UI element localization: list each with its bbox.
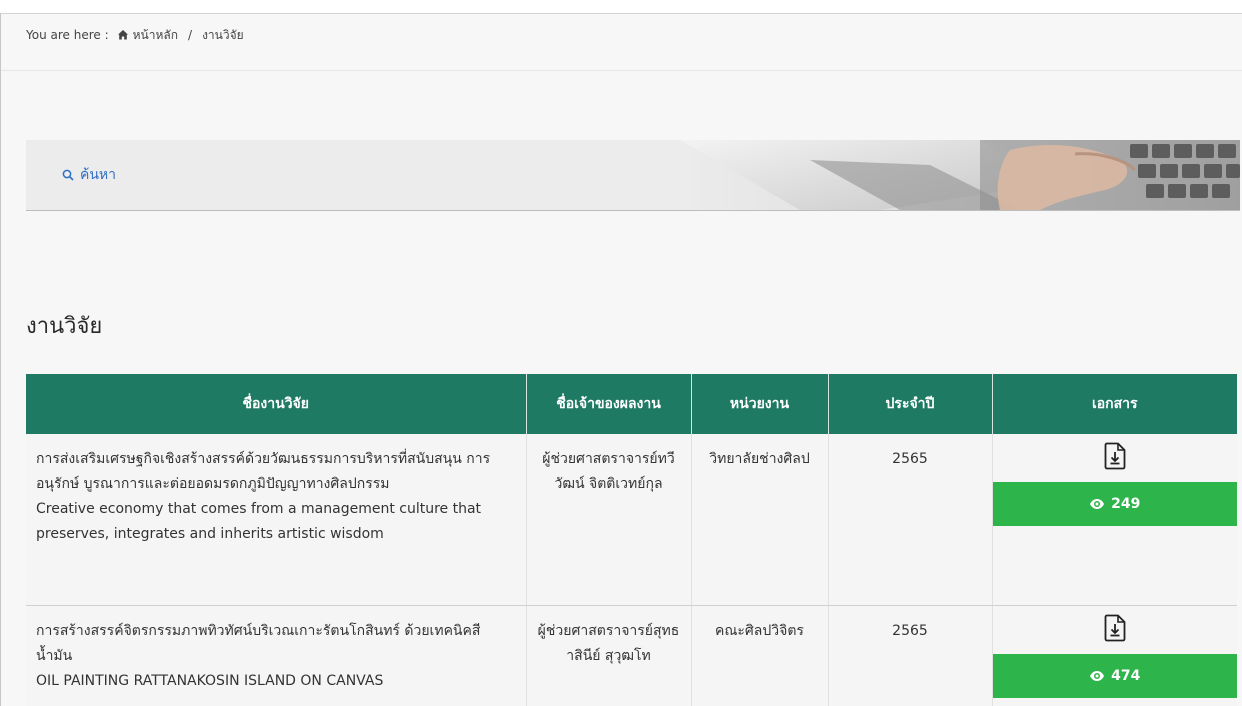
owner-cell: ผู้ช่วยศาสตราจารย์ทวีวัฒน์ จิตติเวทย์กุล (525, 434, 691, 606)
search-icon (62, 169, 74, 181)
research-title-thai: การส่งเสริมเศรษฐกิจเชิงสร้างสรรค์ด้วยวัฒ… (36, 451, 491, 492)
eye-icon (1090, 499, 1105, 509)
table-row: การสร้างสรรค์จิตรกรรมภาพทิวทัศน์บริเวณเก… (26, 605, 1238, 706)
breadcrumb-home-link[interactable]: หน้าหลัก (115, 26, 178, 45)
owner-name: ผู้ช่วยศาสตราจารย์สุทธาสินีย์ สุวุฒโท (537, 623, 680, 664)
breadcrumb-home-label: หน้าหลัก (132, 27, 179, 42)
download-document-button[interactable] (993, 442, 1238, 482)
column-header-title: ชื่องานวิจัย (26, 374, 526, 434)
document-cell: 249 (991, 434, 1238, 606)
research-title-english: Creative economy that comes from a manag… (36, 501, 482, 542)
department-cell: วิทยาลัยช่างศิลป (690, 434, 828, 606)
research-title-thai: การสร้างสรรค์จิตรกรรมภาพทิวทัศน์บริเวณเก… (36, 623, 481, 664)
search-link[interactable]: ค้นหา (62, 164, 116, 186)
owner-cell: ผู้ช่วยศาสตราจารย์สุทธาสินีย์ สุวุฒโท (525, 605, 691, 706)
research-table: ชื่องานวิจัย ชื่อเจ้าของผลงาน หน่วยงาน ป… (26, 374, 1237, 706)
year-value: 2565 (892, 451, 928, 467)
year-cell: 2565 (827, 434, 992, 606)
views-badge: 249 (992, 482, 1237, 526)
research-title-english: OIL PAINTING RATTANAKOSIN ISLAND ON CANV… (36, 673, 384, 689)
year-cell: 2565 (827, 605, 992, 706)
breadcrumb-separator: / (188, 28, 193, 42)
search-banner: ค้นหา (26, 140, 1240, 211)
page-title: งานวิจัย (26, 314, 103, 339)
column-header-document: เอกสาร (991, 374, 1237, 434)
research-title-cell: การสร้างสรรค์จิตรกรรมภาพทิวทัศน์บริเวณเก… (26, 605, 526, 706)
views-count: 474 (1111, 668, 1141, 684)
document-cell: 474 (991, 605, 1238, 706)
department-name: วิทยาลัยช่างศิลป (709, 451, 810, 467)
breadcrumb-current: งานวิจัย (202, 27, 244, 42)
download-document-button[interactable] (993, 614, 1238, 654)
eye-icon (1090, 671, 1105, 681)
left-border (0, 13, 1, 706)
search-label: ค้นหา (80, 167, 117, 183)
breadcrumb: You are here : หน้าหลัก / งานวิจัย (26, 26, 244, 44)
year-value: 2565 (892, 623, 928, 639)
research-title-cell: การส่งเสริมเศรษฐกิจเชิงสร้างสรรค์ด้วยวัฒ… (26, 434, 526, 606)
column-header-department: หน่วยงาน (690, 374, 828, 434)
breadcrumb-prefix: You are here : (26, 28, 109, 42)
breadcrumb-divider (1, 70, 1242, 71)
views-badge: 474 (992, 654, 1237, 698)
page: You are here : หน้าหลัก / งานวิจัย ค้นหา (0, 0, 1242, 706)
department-name: คณะศิลปวิจิตร (715, 623, 804, 639)
file-download-icon (1104, 614, 1126, 642)
file-download-icon (1104, 442, 1126, 470)
keyboard-hand-banner-image (680, 140, 1240, 210)
table-row: การส่งเสริมเศรษฐกิจเชิงสร้างสรรค์ด้วยวัฒ… (26, 434, 1237, 606)
views-count: 249 (1111, 496, 1141, 512)
top-border (0, 0, 1242, 14)
column-header-owner: ชื่อเจ้าของผลงาน (525, 374, 691, 434)
table-header-row: ชื่องานวิจัย ชื่อเจ้าของผลงาน หน่วยงาน ป… (26, 374, 1237, 434)
department-cell: คณะศิลปวิจิตร (690, 605, 828, 706)
column-header-year: ประจำปี (827, 374, 992, 434)
home-icon (117, 30, 128, 40)
owner-name: ผู้ช่วยศาสตราจารย์ทวีวัฒน์ จิตติเวทย์กุล (542, 451, 675, 492)
